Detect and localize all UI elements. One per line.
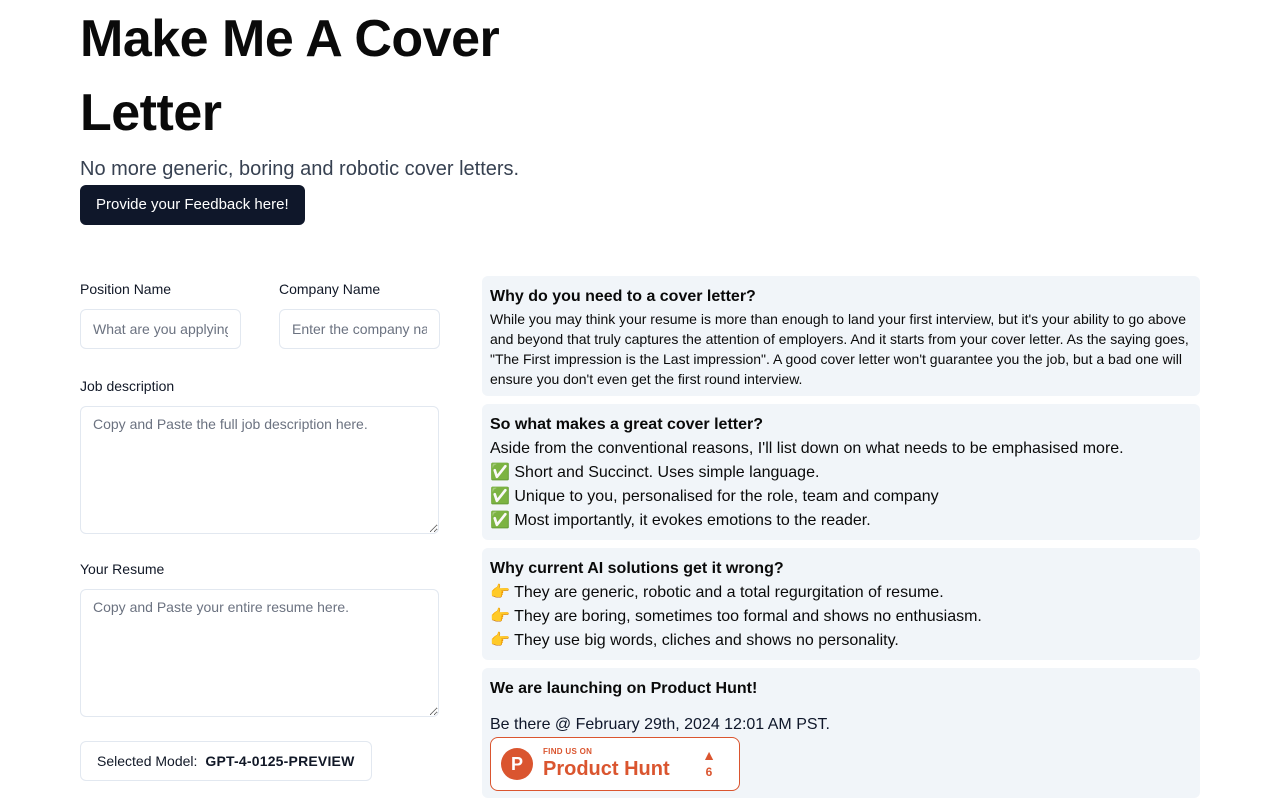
product-hunt-badge[interactable]: P FIND US ON Product Hunt ▲ 6 xyxy=(490,737,740,791)
list-item: ✅ Most importantly, it evokes emotions t… xyxy=(490,512,871,529)
model-label: Selected Model: xyxy=(97,753,198,769)
resume-label: Your Resume xyxy=(80,561,165,577)
job-description-field-group: Job description xyxy=(80,377,440,534)
product-hunt-text: FIND US ON Product Hunt xyxy=(543,747,689,781)
upvote-counter: ▲ 6 xyxy=(689,748,729,780)
great-cover-letter-intro: Aside from the conventional reasons, I'l… xyxy=(490,440,1124,457)
list-item: 👉 They are generic, robotic and a total … xyxy=(490,584,944,601)
great-cover-letter-title: So what makes a great cover letter? xyxy=(490,416,763,433)
company-field-group: Company Name xyxy=(279,280,440,349)
product-hunt-small-text: FIND US ON xyxy=(543,747,593,756)
resume-field-group: Your Resume xyxy=(80,560,440,717)
launch-date: Be there @ February 29th, 2024 12:01 AM … xyxy=(490,716,830,733)
product-hunt-card: We are launching on Product Hunt! Be the… xyxy=(482,668,1200,798)
list-item: ✅ Unique to you, personalised for the ro… xyxy=(490,488,939,505)
upvote-arrow-icon: ▲ xyxy=(702,747,716,763)
model-selector[interactable]: Selected Model: GPT-4-0125-PREVIEW xyxy=(80,741,372,781)
product-hunt-title: We are launching on Product Hunt! xyxy=(490,680,758,697)
why-cover-letter-title: Why do you need to a cover letter? xyxy=(490,288,756,305)
why-cover-letter-body: While you may think your resume is more … xyxy=(490,311,1189,387)
ai-wrong-card: Why current AI solutions get it wrong? 👉… xyxy=(482,548,1200,660)
page-title-line-2: Letter xyxy=(80,84,222,142)
model-value: GPT-4-0125-PREVIEW xyxy=(205,753,355,769)
product-hunt-name: Product Hunt xyxy=(543,758,670,780)
hero: Make Me A Cover Letter No more generic, … xyxy=(80,0,640,225)
job-description-textarea[interactable] xyxy=(80,406,439,534)
list-item: 👉 They use big words, cliches and shows … xyxy=(490,632,899,649)
upvote-count: 6 xyxy=(705,765,713,779)
cover-letter-form: Position Name Company Name Job descripti… xyxy=(80,280,440,781)
list-item: ✅ Short and Succinct. Uses simple langua… xyxy=(490,464,820,481)
ai-wrong-title: Why current AI solutions get it wrong? xyxy=(490,560,784,577)
job-description-label: Job description xyxy=(80,378,175,394)
page-subtitle: No more generic, boring and robotic cove… xyxy=(80,158,520,180)
position-input[interactable] xyxy=(80,309,241,349)
great-cover-letter-card: So what makes a great cover letter? Asid… xyxy=(482,404,1200,540)
feedback-button[interactable]: Provide your Feedback here! xyxy=(80,185,305,225)
product-hunt-logo-icon: P xyxy=(501,748,533,780)
page-title: Make Me A Cover Letter xyxy=(80,2,640,150)
list-item: 👉 They are boring, sometimes too formal … xyxy=(490,608,982,625)
company-input[interactable] xyxy=(279,309,440,349)
company-label: Company Name xyxy=(279,281,381,297)
page-title-line-1: Make Me A Cover xyxy=(80,10,500,68)
resume-textarea[interactable] xyxy=(80,589,439,717)
position-field-group: Position Name xyxy=(80,280,241,349)
position-company-row: Position Name Company Name xyxy=(80,280,440,349)
position-label: Position Name xyxy=(80,281,172,297)
info-panel: Why do you need to a cover letter? While… xyxy=(482,276,1200,800)
why-cover-letter-card: Why do you need to a cover letter? While… xyxy=(482,276,1200,396)
